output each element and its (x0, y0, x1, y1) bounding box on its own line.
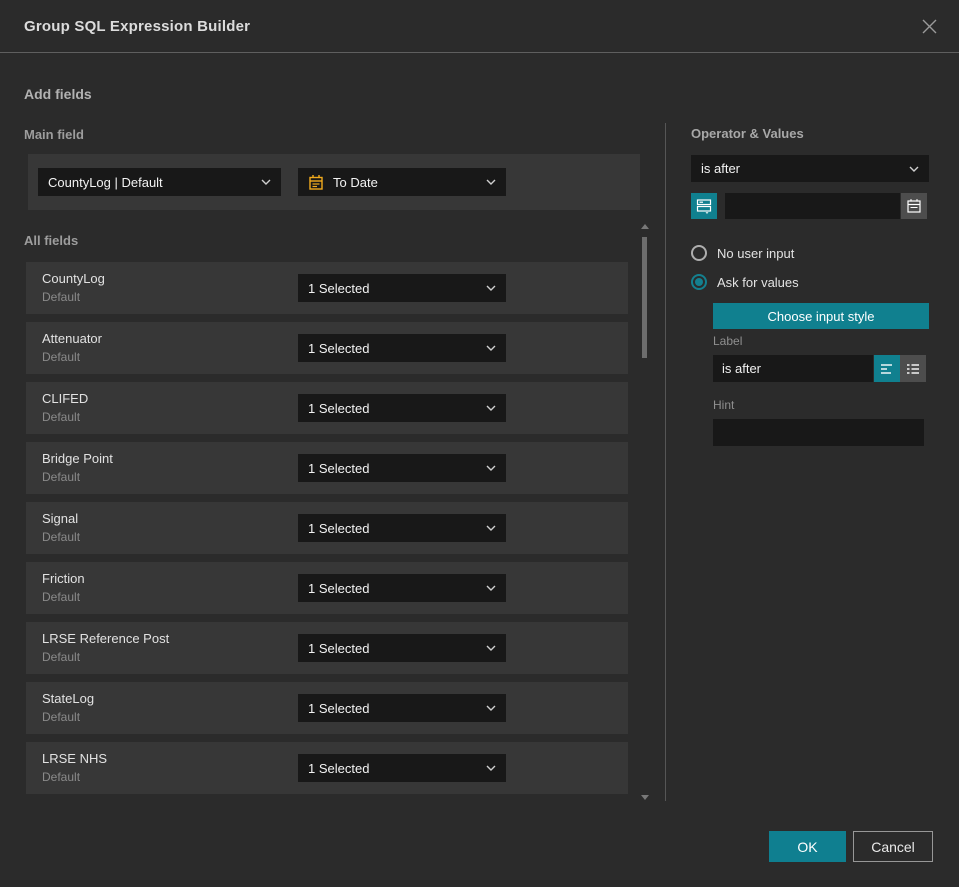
date-mode-select[interactable]: To Date (298, 168, 506, 196)
field-row: LRSE Reference Post Default 1 Selected (26, 622, 628, 674)
field-values-select[interactable]: 1 Selected (298, 394, 506, 422)
field-subtitle: Default (42, 650, 81, 664)
chevron-down-icon (486, 585, 496, 591)
operator-values-heading: Operator & Values (691, 126, 804, 141)
calendar-icon[interactable] (901, 193, 927, 219)
chevron-down-icon (909, 166, 919, 172)
field-subtitle: Default (42, 770, 81, 784)
field-row: Attenuator Default 1 Selected (26, 322, 628, 374)
all-fields-heading: All fields (24, 233, 79, 248)
field-values-select-value: 1 Selected (308, 520, 370, 536)
field-values-select-value: 1 Selected (308, 580, 370, 596)
main-field-heading: Main field (24, 127, 84, 142)
dialog-titlebar: Group SQL Expression Builder (0, 0, 959, 53)
field-values-select-value: 1 Selected (308, 760, 370, 776)
field-row: Signal Default 1 Selected (26, 502, 628, 554)
field-values-select-value: 1 Selected (308, 640, 370, 656)
field-row: Bridge Point Default 1 Selected (26, 442, 628, 494)
scrollbar-thumb[interactable] (642, 237, 647, 358)
hint-input[interactable] (713, 419, 924, 446)
calendar-icon (308, 174, 324, 191)
field-row: Friction Default 1 Selected (26, 562, 628, 614)
chevron-down-icon (486, 525, 496, 531)
field-values-select[interactable]: 1 Selected (298, 694, 506, 722)
main-field-select-value: CountyLog | Default (48, 174, 163, 190)
field-row: StateLog Default 1 Selected (26, 682, 628, 734)
field-values-select[interactable]: 1 Selected (298, 634, 506, 662)
field-name: Friction (42, 571, 85, 586)
field-values-select-value: 1 Selected (308, 400, 370, 416)
cancel-button[interactable]: Cancel (853, 831, 933, 862)
chevron-down-icon (261, 179, 271, 185)
field-row: CountyLog Default 1 Selected (26, 262, 628, 314)
ok-button[interactable]: OK (769, 831, 846, 862)
chevron-down-icon (486, 465, 496, 471)
chevron-down-icon (486, 765, 496, 771)
radio-circle (691, 245, 707, 261)
field-values-select-value: 1 Selected (308, 460, 370, 476)
field-values-select-value: 1 Selected (308, 340, 370, 356)
main-field-panel: CountyLog | Default To Date (28, 154, 640, 210)
field-name: Attenuator (42, 331, 102, 346)
field-values-select[interactable]: 1 Selected (298, 574, 506, 602)
scroll-up-arrow[interactable] (641, 224, 649, 229)
dialog-title: Group SQL Expression Builder (24, 17, 251, 35)
field-subtitle: Default (42, 530, 81, 544)
close-icon[interactable] (917, 14, 941, 38)
field-subtitle: Default (42, 590, 81, 604)
field-name: Bridge Point (42, 451, 113, 466)
field-name: CLIFED (42, 391, 89, 406)
field-name: CountyLog (42, 271, 105, 286)
chevron-down-icon (486, 645, 496, 651)
label-input[interactable] (713, 355, 873, 382)
radio-label: No user input (717, 245, 795, 261)
label-field-label: Label (713, 334, 743, 348)
operator-select-value: is after (701, 161, 741, 176)
date-mode-select-value: To Date (333, 174, 378, 190)
field-values-select[interactable]: 1 Selected (298, 454, 506, 482)
field-values-select-value: 1 Selected (308, 700, 370, 716)
chevron-down-icon (486, 405, 496, 411)
field-values-select[interactable]: 1 Selected (298, 274, 506, 302)
radio-ask-for-values[interactable]: Ask for values (691, 274, 799, 290)
field-subtitle: Default (42, 410, 81, 424)
chevron-down-icon (486, 179, 496, 185)
hint-field-label: Hint (713, 398, 735, 412)
radio-circle (691, 274, 707, 290)
textbox-style-icon[interactable] (874, 355, 900, 382)
field-values-select[interactable]: 1 Selected (298, 514, 506, 542)
chevron-down-icon (486, 705, 496, 711)
field-name: Signal (42, 511, 79, 526)
field-name: StateLog (42, 691, 95, 706)
field-subtitle: Default (42, 710, 81, 724)
all-fields-list: CountyLog Default 1 Selected Attenuator … (26, 262, 628, 802)
choose-input-style-button[interactable]: Choose input style (713, 303, 929, 329)
field-values-select[interactable]: 1 Selected (298, 334, 506, 362)
main-field-select[interactable]: CountyLog | Default (38, 168, 281, 196)
value-input-row (691, 193, 929, 219)
add-fields-heading: Add fields (24, 86, 92, 102)
value-date-input[interactable] (725, 193, 900, 219)
input-type-icon[interactable] (691, 193, 717, 219)
field-subtitle: Default (42, 290, 81, 304)
field-row: LRSE NHS Default 1 Selected (26, 742, 628, 794)
field-row: CLIFED Default 1 Selected (26, 382, 628, 434)
field-subtitle: Default (42, 470, 81, 484)
scroll-down-arrow[interactable] (641, 795, 649, 800)
chevron-down-icon (486, 285, 496, 291)
field-name: LRSE NHS (42, 751, 108, 766)
field-values-select-value: 1 Selected (308, 280, 370, 296)
field-values-select[interactable]: 1 Selected (298, 754, 506, 782)
list-style-icon[interactable] (900, 355, 926, 382)
chevron-down-icon (486, 345, 496, 351)
radio-label: Ask for values (717, 274, 799, 290)
radio-no-user-input[interactable]: No user input (691, 245, 794, 261)
input-style-toggle (874, 355, 926, 382)
field-name: LRSE Reference Post (42, 631, 170, 646)
group-sql-expression-builder-dialog: Group SQL Expression Builder Add fields … (0, 0, 959, 887)
list-scrollbar[interactable] (640, 224, 650, 800)
panel-divider (665, 123, 666, 801)
operator-select[interactable]: is after (691, 155, 929, 182)
field-subtitle: Default (42, 350, 81, 364)
